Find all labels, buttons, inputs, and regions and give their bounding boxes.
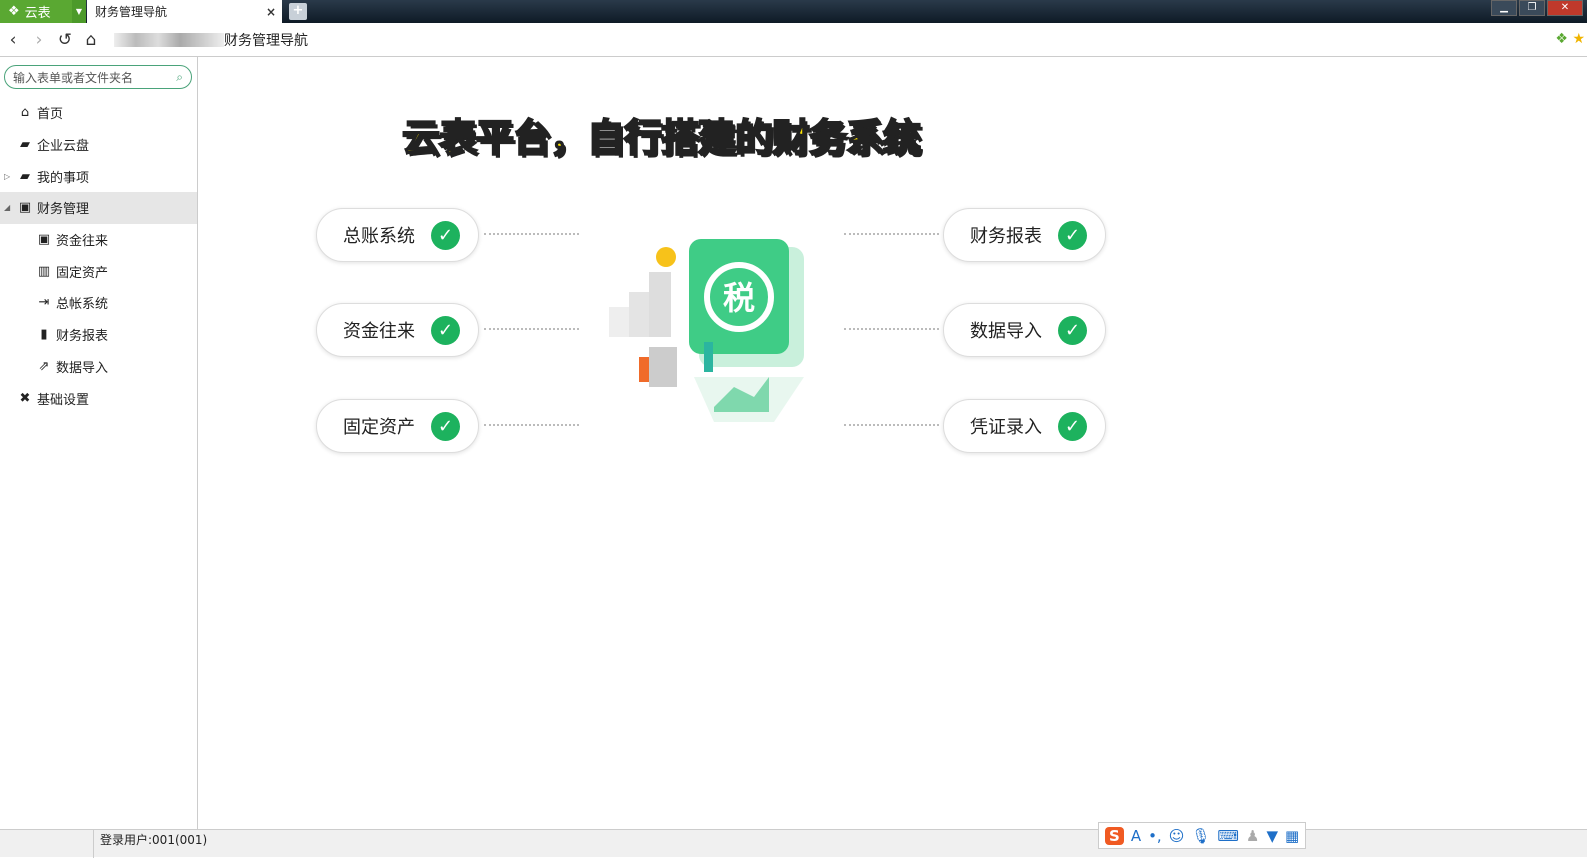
- close-window-button[interactable]: ✕: [1547, 0, 1583, 16]
- sidebar-item-cloud-disk[interactable]: ▰ 企业云盘: [0, 129, 197, 161]
- module-ledger[interactable]: 总账系统 ✓: [316, 208, 479, 262]
- enter-icon: ⇥: [38, 295, 50, 311]
- title-bar: ❖ 云表 ▼ 财务管理导航 × + ▁ ❐ ✕: [0, 0, 1587, 23]
- forward-icon[interactable]: ›: [26, 30, 52, 50]
- app-logo-icon[interactable]: ❖: [1555, 31, 1568, 47]
- label: 总帐系统: [56, 297, 109, 313]
- back-icon[interactable]: ‹: [0, 30, 26, 50]
- sidebar-item-fixed-assets[interactable]: ▥ 固定资产: [0, 255, 197, 287]
- app-logo-icon: ❖: [8, 4, 20, 19]
- check-icon: ✓: [431, 315, 460, 345]
- module-fixed-assets[interactable]: 固定资产 ✓: [316, 399, 479, 453]
- sidebar: 输入表单或者文件夹名 ⌕ ⌂ 首页 ▰ 企业云盘 ▷ ▰ 我的事项 ◢ ▣ 财务管理 ▣ 资金往…: [0, 57, 198, 829]
- blurred-address: [114, 32, 224, 47]
- sidebar-item-data-import[interactable]: ⇗ 数据导入: [0, 351, 197, 383]
- app-dropdown-button[interactable]: ▼: [72, 0, 86, 23]
- ime-mode-icon[interactable]: A: [1131, 827, 1141, 845]
- refresh-icon[interactable]: ↺: [52, 30, 78, 50]
- label: 数据导入: [56, 360, 109, 376]
- finance-illustration: 税: [609, 239, 804, 422]
- connector: [844, 328, 939, 330]
- tab-title: 财务管理导航: [95, 5, 168, 19]
- folder-icon: ▰: [20, 137, 30, 153]
- connector: [484, 424, 579, 426]
- module-reports[interactable]: 财务报表 ✓: [943, 208, 1106, 262]
- label: 财务管理: [37, 202, 90, 218]
- app-menu-button[interactable]: ❖ 云表: [0, 0, 72, 23]
- punctuation-icon[interactable]: •,: [1148, 827, 1162, 845]
- sidebar-item-settings[interactable]: ✖ 基础设置: [0, 382, 197, 414]
- minimize-button[interactable]: ▁: [1491, 0, 1517, 16]
- ime-toolbar: S A •, ☺ 🎙 ⌨ ♟ ▼ ▦: [1098, 822, 1307, 849]
- module-voucher-entry[interactable]: 凭证录入 ✓: [943, 399, 1106, 453]
- home-icon[interactable]: ⌂: [78, 30, 104, 50]
- check-icon: ✓: [431, 411, 460, 441]
- collapse-arrow-icon[interactable]: ◢: [4, 203, 10, 212]
- finance-icon: ▣: [37, 232, 51, 248]
- connector: [484, 328, 579, 330]
- label: 固定资产: [56, 265, 109, 281]
- wrench-icon: ✖: [19, 390, 31, 406]
- check-icon: ✓: [1058, 220, 1087, 250]
- search-placeholder: 输入表单或者文件夹名: [13, 70, 134, 85]
- module-funds[interactable]: 资金往来 ✓: [316, 303, 479, 357]
- finance-icon: ▣: [18, 200, 32, 216]
- main-content: 云表平台，自行搭建的财务系统 总账系统 ✓ 资金往来 ✓ 固定资产 ✓ 财务报表 ✓ 数…: [199, 57, 1587, 829]
- building-icon: ▥: [37, 263, 51, 279]
- check-icon: ✓: [1058, 411, 1087, 441]
- module-label: 凭证录入: [970, 417, 1042, 438]
- microphone-icon[interactable]: 🎙: [1191, 827, 1210, 845]
- status-bar: 登录用户:001(001) S A •, ☺ 🎙 ⌨ ♟ ▼ ▦: [0, 822, 1587, 858]
- connector: [844, 233, 939, 235]
- label: 基础设置: [37, 392, 90, 408]
- sidebar-item-finance[interactable]: ◢ ▣ 财务管理: [0, 192, 197, 224]
- grid-menu-icon[interactable]: ▦: [1285, 827, 1299, 845]
- export-icon: ⇗: [38, 358, 50, 374]
- bar-chart-icon: ▮: [40, 327, 48, 343]
- favorite-star-icon[interactable]: ★: [1572, 31, 1585, 47]
- module-label: 资金往来: [343, 321, 415, 342]
- sogou-logo-icon[interactable]: S: [1105, 826, 1124, 845]
- tab-finance-nav[interactable]: 财务管理导航 ×: [87, 0, 282, 23]
- connector: [844, 424, 939, 426]
- new-tab-button[interactable]: +: [289, 3, 307, 20]
- module-label: 总账系统: [343, 226, 415, 247]
- check-icon: ✓: [1058, 315, 1087, 345]
- user-icon[interactable]: ♟: [1246, 827, 1259, 845]
- search-icon[interactable]: ⌕: [176, 70, 183, 85]
- emoji-icon[interactable]: ☺: [1169, 827, 1185, 845]
- sidebar-item-reports[interactable]: ▮ 财务报表: [0, 319, 197, 351]
- sidebar-item-home[interactable]: ⌂ 首页: [0, 97, 197, 129]
- label: 企业云盘: [37, 139, 90, 155]
- skin-icon[interactable]: ▼: [1267, 827, 1279, 845]
- tab-close-button[interactable]: ×: [266, 5, 276, 19]
- module-label: 财务报表: [970, 226, 1042, 247]
- label: 首页: [37, 107, 64, 123]
- label: 我的事项: [37, 170, 90, 186]
- module-data-import[interactable]: 数据导入 ✓: [943, 303, 1106, 357]
- login-user: 登录用户:001(001): [93, 830, 207, 858]
- keyboard-icon[interactable]: ⌨: [1217, 827, 1239, 845]
- check-icon: ✓: [431, 220, 460, 250]
- nav-bar: ‹ › ↺ ⌂ 财务管理导航 ❖ ★: [0, 23, 1587, 57]
- sidebar-item-funds[interactable]: ▣ 资金往来: [0, 224, 197, 256]
- label: 财务报表: [56, 329, 109, 345]
- address-bar[interactable]: 财务管理导航: [224, 30, 308, 50]
- folder-icon: ▰: [20, 168, 30, 184]
- app-name: 云表: [24, 6, 51, 21]
- search-input[interactable]: 输入表单或者文件夹名 ⌕: [4, 65, 192, 89]
- home-icon: ⌂: [20, 105, 30, 121]
- sidebar-item-ledger[interactable]: ⇥ 总帐系统: [0, 287, 197, 319]
- label: 资金往来: [56, 234, 109, 250]
- sidebar-item-my-tasks[interactable]: ▷ ▰ 我的事项: [0, 160, 197, 192]
- maximize-button[interactable]: ❐: [1519, 0, 1545, 16]
- page-headline: 云表平台，自行搭建的财务系统: [401, 115, 922, 161]
- tax-sign: 税: [723, 279, 755, 317]
- connector: [484, 233, 579, 235]
- expand-arrow-icon[interactable]: ▷: [4, 172, 10, 181]
- module-label: 固定资产: [343, 417, 415, 438]
- module-label: 数据导入: [970, 321, 1042, 342]
